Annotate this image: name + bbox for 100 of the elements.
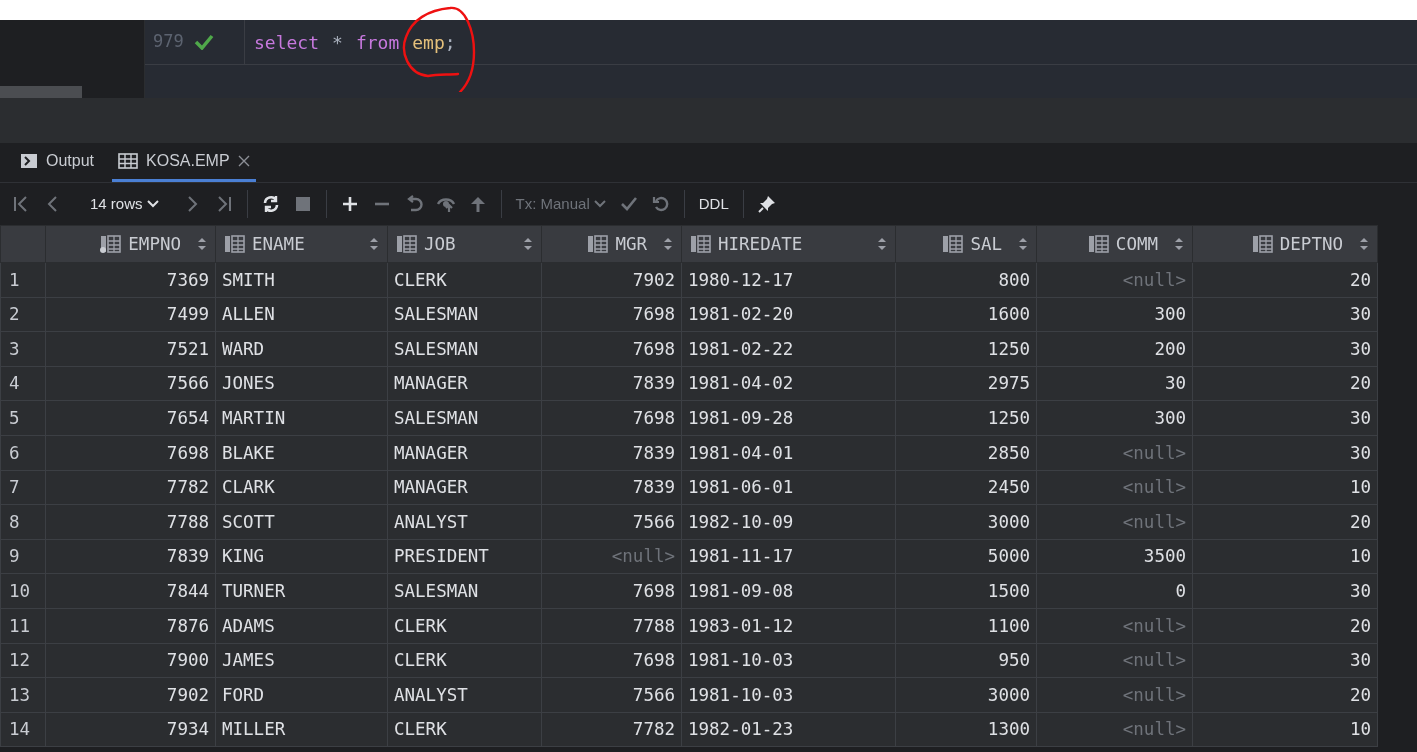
table-cell: 2450 bbox=[895, 470, 1037, 505]
table-cell: <null> bbox=[1036, 504, 1193, 540]
table-cell: 2850 bbox=[895, 435, 1037, 471]
table-cell: 1980-12-17 bbox=[681, 262, 896, 298]
table-cell: 1981-04-02 bbox=[681, 366, 896, 401]
row-number: 6 bbox=[0, 435, 46, 471]
row-number: 7 bbox=[0, 470, 46, 505]
column-header[interactable]: SAL bbox=[895, 225, 1037, 263]
column-header[interactable]: HIREDATE bbox=[681, 225, 896, 263]
table-cell: SALESMAN bbox=[387, 331, 542, 367]
table-cell: KING bbox=[215, 539, 388, 574]
table-cell: 7839 bbox=[541, 435, 682, 471]
tab[interactable]: KOSA.EMP bbox=[112, 143, 256, 182]
column-header[interactable]: COMM bbox=[1036, 225, 1193, 263]
code-token: ; bbox=[444, 30, 456, 55]
table-cell: 7698 bbox=[541, 643, 682, 678]
table-cell: <null> bbox=[1036, 435, 1193, 471]
table-cell: 7566 bbox=[541, 677, 682, 713]
table-cell: 1981-09-08 bbox=[681, 573, 896, 609]
table-cell: 30 bbox=[1036, 366, 1193, 401]
table-cell: BLAKE bbox=[215, 435, 388, 471]
table-cell: 1981-09-28 bbox=[681, 400, 896, 436]
row-number: 9 bbox=[0, 539, 46, 574]
table-cell: 1981-06-01 bbox=[681, 470, 896, 505]
table-cell: 3000 bbox=[895, 677, 1037, 713]
table-cell: 1982-01-23 bbox=[681, 712, 896, 747]
table-cell: MILLER bbox=[215, 712, 388, 747]
table-cell: 10 bbox=[1192, 470, 1378, 505]
column-header[interactable]: MGR bbox=[541, 225, 682, 263]
table-cell: 7499 bbox=[45, 297, 216, 332]
table-cell: 1300 bbox=[895, 712, 1037, 747]
table-cell: 1983-01-12 bbox=[681, 608, 896, 644]
table-cell: 5000 bbox=[895, 539, 1037, 574]
table-cell: <null> bbox=[1036, 643, 1193, 678]
table-cell: <null> bbox=[1036, 470, 1193, 505]
table-cell: 300 bbox=[1036, 400, 1193, 436]
line-number: 979 bbox=[153, 30, 184, 54]
rows-dropdown[interactable]: 14 rows bbox=[84, 188, 165, 220]
table-cell: 7521 bbox=[45, 331, 216, 367]
table-cell: <null> bbox=[1036, 608, 1193, 644]
row-number: 4 bbox=[0, 366, 46, 401]
table-cell: 3000 bbox=[895, 504, 1037, 540]
table-cell: 7839 bbox=[45, 539, 216, 574]
table-cell: SALESMAN bbox=[387, 573, 542, 609]
table-cell: 1981-10-03 bbox=[681, 643, 896, 678]
table-cell: SALESMAN bbox=[387, 400, 542, 436]
table-cell: 20 bbox=[1192, 504, 1378, 540]
table-cell: 7698 bbox=[541, 573, 682, 609]
table-cell: 30 bbox=[1192, 435, 1378, 471]
table-cell: 30 bbox=[1192, 400, 1378, 436]
table-cell: 1250 bbox=[895, 400, 1037, 436]
table-cell: 7566 bbox=[541, 504, 682, 540]
column-header[interactable]: DEPTNO bbox=[1192, 225, 1378, 263]
code-token: * bbox=[332, 30, 343, 55]
table-cell: MARTIN bbox=[215, 400, 388, 436]
table-cell: ADAMS bbox=[215, 608, 388, 644]
table-cell: CLARK bbox=[215, 470, 388, 505]
table-cell: 7698 bbox=[45, 435, 216, 471]
table-cell: 950 bbox=[895, 643, 1037, 678]
table-cell: CLERK bbox=[387, 643, 542, 678]
table-cell: SALESMAN bbox=[387, 297, 542, 332]
table-cell: 10 bbox=[1192, 712, 1378, 747]
table-cell: 7654 bbox=[45, 400, 216, 436]
table-cell: SMITH bbox=[215, 262, 388, 298]
table-cell: 3500 bbox=[1036, 539, 1193, 574]
table-cell: 1600 bbox=[895, 297, 1037, 332]
table-cell: 7876 bbox=[45, 608, 216, 644]
table-cell: 1982-10-09 bbox=[681, 504, 896, 540]
tab[interactable]: Output bbox=[14, 143, 101, 182]
table-cell: 7902 bbox=[541, 262, 682, 298]
table-cell: 300 bbox=[1036, 297, 1193, 332]
table-cell: CLERK bbox=[387, 262, 542, 298]
row-number: 10 bbox=[0, 573, 46, 609]
table-cell: WARD bbox=[215, 331, 388, 367]
row-number: 5 bbox=[0, 400, 46, 436]
table-cell: 1981-11-17 bbox=[681, 539, 896, 574]
column-header[interactable]: ENAME bbox=[215, 225, 388, 263]
column-header[interactable]: JOB bbox=[387, 225, 542, 263]
table-cell: 7934 bbox=[45, 712, 216, 747]
table-cell: 1981-10-03 bbox=[681, 677, 896, 713]
table-cell: 7788 bbox=[541, 608, 682, 644]
table-cell: ANALYST bbox=[387, 677, 542, 713]
table-cell: 7782 bbox=[45, 470, 216, 505]
table-cell: 20 bbox=[1192, 262, 1378, 298]
table-cell: 1981-02-22 bbox=[681, 331, 896, 367]
table-cell: 7369 bbox=[45, 262, 216, 298]
table-cell: <null> bbox=[1036, 677, 1193, 713]
table-cell: 30 bbox=[1192, 643, 1378, 678]
table-cell: MANAGER bbox=[387, 366, 542, 401]
table-cell: ALLEN bbox=[215, 297, 388, 332]
table-cell: 0 bbox=[1036, 573, 1193, 609]
table-cell: 1100 bbox=[895, 608, 1037, 644]
ddl-button[interactable]: DDL bbox=[692, 188, 735, 220]
table-cell: CLERK bbox=[387, 712, 542, 747]
column-header[interactable]: EMPNO bbox=[45, 225, 216, 263]
table-cell: 30 bbox=[1192, 297, 1378, 332]
code-token: select bbox=[254, 30, 320, 55]
row-number: 13 bbox=[0, 677, 46, 713]
table-cell: 1250 bbox=[895, 331, 1037, 367]
table-cell: 800 bbox=[895, 262, 1037, 298]
